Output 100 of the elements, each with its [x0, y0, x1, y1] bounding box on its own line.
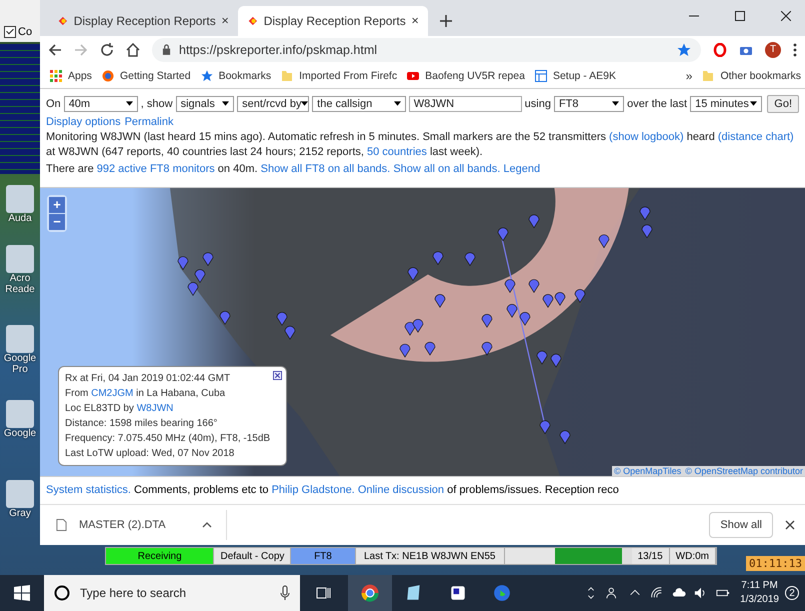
- link[interactable]: Show all on all bands.: [393, 162, 500, 174]
- link[interactable]: W8JWN: [136, 402, 174, 414]
- link[interactable]: Show all FT8 on all bands.: [260, 162, 390, 174]
- link[interactable]: System statistics.: [46, 484, 131, 496]
- file-icon: [56, 518, 67, 532]
- wifi-icon[interactable]: [650, 586, 664, 600]
- shortcut-label[interactable]: Acro Reade: [0, 273, 40, 295]
- address-bar[interactable]: https://pskreporter.info/pskmap.html: [152, 38, 701, 62]
- status-cell: FT8: [291, 548, 356, 564]
- ring-icon[interactable]: [713, 42, 727, 57]
- shortcut-label[interactable]: Google Pro: [0, 353, 40, 375]
- caret-icon: [394, 101, 401, 106]
- menu-icon[interactable]: [793, 42, 797, 57]
- dropdown[interactable]: 15 minutes: [690, 96, 762, 112]
- status-cell: Last Tx: NE1B W8JWN EN55: [356, 548, 505, 564]
- caret-icon: [750, 101, 758, 106]
- go-button[interactable]: Go!: [767, 94, 799, 112]
- caret-icon: [222, 101, 230, 106]
- link[interactable]: © OpenMapTiles: [614, 466, 682, 476]
- status-cell: Receiving: [106, 548, 214, 564]
- popup-line: Rx at Fri, 04 Jan 2019 01:02:44 GMT: [65, 372, 230, 386]
- maximize-icon[interactable]: [735, 11, 745, 21]
- link[interactable]: Online discussion: [358, 484, 444, 496]
- dropdown[interactable]: sent/rcvd by: [237, 96, 310, 112]
- link[interactable]: Display options: [46, 116, 121, 128]
- browser-tab[interactable]: Display Reception Reports: [238, 6, 428, 36]
- form-label: On: [46, 98, 61, 110]
- caret-icon[interactable]: [202, 522, 212, 528]
- bookmark[interactable]: Bookmarks: [200, 70, 272, 82]
- link[interactable]: 992 active FT8 monitors: [96, 162, 215, 174]
- taskbar-date[interactable]: 1/3/2019: [740, 593, 779, 607]
- caret-icon: [301, 101, 308, 106]
- microphone-icon[interactable]: [280, 585, 290, 601]
- close-icon[interactable]: [781, 11, 791, 21]
- bookmark[interactable]: Other bookmarks: [702, 70, 801, 82]
- footer-text: System statistics. Comments, problems etc to Philip Gladstone. Online discussion of problems/issues. Reception reco: [46, 483, 619, 498]
- link[interactable]: Permalink: [124, 116, 174, 128]
- status-cell: 13/15: [632, 548, 670, 564]
- caret-icon: [126, 101, 133, 106]
- caret-icon: [612, 101, 620, 106]
- callsign-field[interactable]: W8JWN: [408, 96, 522, 112]
- document-icon: [534, 70, 547, 82]
- download-item[interactable]: MASTER (2).DTA: [56, 510, 227, 540]
- circle-icon: [54, 585, 70, 601]
- bookmark[interactable]: Baofeng UV5R repea: [407, 70, 525, 82]
- popup-line: Distance: 1598 miles bearing 166°: [65, 416, 218, 431]
- windows-start-icon[interactable]: [14, 585, 30, 601]
- dropdown[interactable]: signals: [176, 96, 234, 112]
- shortcut-label[interactable]: Auda: [8, 213, 32, 224]
- home-icon[interactable]: [126, 42, 140, 57]
- star-icon[interactable]: [677, 42, 691, 57]
- link[interactable]: 50 countries: [366, 146, 427, 158]
- link[interactable]: © OpenStreetMap contributor: [685, 466, 803, 476]
- close-icon[interactable]: [785, 520, 795, 530]
- browser-tab[interactable]: Display Reception Reports: [48, 6, 238, 36]
- popup-line: From CM2JGM in La Habana, Cuba: [65, 386, 226, 401]
- checkbox-label: Co: [18, 26, 32, 38]
- dropdown[interactable]: 40m: [64, 96, 138, 112]
- dropdown[interactable]: FT8: [554, 96, 624, 112]
- task-view-icon[interactable]: [316, 585, 332, 601]
- show-all-button[interactable]: Show all: [709, 512, 773, 538]
- search-field[interactable]: Type here to search: [44, 575, 300, 611]
- status-text: Monitoring W8JWN (last heard 15 mins ago). Automatic refresh in 5 minutes. Small markers are the 52 transmitters (show logbook) heard (distance chart) at W8JWN (647 reports, 40 countries last 24 hours; 2152 reports, 50 countries last week).: [46, 130, 795, 160]
- status-cell: WD:0m: [670, 548, 716, 564]
- close-icon[interactable]: [273, 370, 282, 380]
- link[interactable]: CM2JGM: [91, 388, 134, 399]
- bookmark[interactable]: Imported From Firefc: [281, 70, 398, 82]
- avatar[interactable]: T: [765, 42, 781, 58]
- reload-icon[interactable]: [100, 42, 114, 57]
- popup-line: Loc EL83TD by W8JWN: [65, 402, 174, 416]
- back-icon[interactable]: [48, 42, 62, 57]
- link[interactable]: (distance chart): [718, 130, 794, 142]
- status-text: There are 992 active FT8 monitors on 40m. Show all FT8 on all bands. Show all on all bands. Legend: [46, 162, 542, 176]
- zoom-button[interactable]: +: [49, 196, 65, 213]
- form-label: using: [524, 98, 551, 110]
- notification-count[interactable]: 2: [785, 586, 799, 600]
- form-label: over the last: [627, 98, 688, 110]
- overflow-chevron[interactable]: »: [686, 68, 692, 83]
- lock-icon: [162, 44, 171, 56]
- dropdown[interactable]: the callsign: [312, 96, 406, 112]
- checkbox[interactable]: [4, 26, 16, 38]
- bookmark[interactable]: Apps: [50, 70, 92, 82]
- close-icon[interactable]: [222, 16, 228, 26]
- link[interactable]: (show logbook): [609, 130, 684, 142]
- folder-icon: [702, 70, 714, 82]
- folder-icon: [281, 70, 294, 82]
- new-tab-icon[interactable]: [440, 14, 452, 27]
- link[interactable]: Philip Gladstone.: [272, 484, 355, 496]
- browser-taskbar-icon[interactable]: [348, 575, 392, 611]
- link[interactable]: Legend: [503, 162, 540, 174]
- shortcut-label[interactable]: Google: [4, 428, 36, 439]
- grid-icon: [50, 70, 62, 82]
- bookmark[interactable]: Getting Started: [102, 70, 191, 82]
- popup-line: Last LoTW upload: Wed, 07 Nov 2018: [65, 446, 234, 461]
- zoom-button[interactable]: −: [49, 214, 65, 230]
- play-icon: [407, 70, 420, 82]
- close-icon[interactable]: [412, 16, 418, 26]
- bookmark[interactable]: Setup - AE9K: [534, 70, 616, 82]
- taskbar-time[interactable]: 7:11 PM: [741, 579, 778, 593]
- shortcut-label[interactable]: Gray: [9, 508, 31, 519]
